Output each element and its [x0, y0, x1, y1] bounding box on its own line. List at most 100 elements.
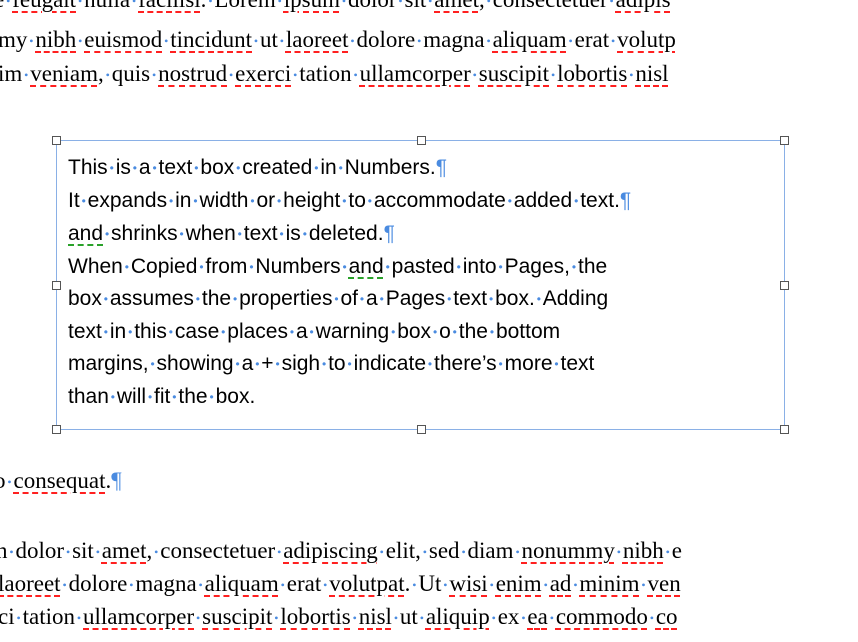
word-core: dolor	[15, 538, 65, 563]
word-core: dolor	[348, 0, 397, 12]
resize-handle-top-middle[interactable]	[417, 136, 426, 145]
word-core: text	[560, 352, 595, 375]
word: suscipit	[202, 604, 272, 629]
word: pasted	[392, 255, 455, 278]
word: box	[397, 320, 431, 343]
word-core: consectetuer	[493, 0, 608, 12]
resize-handle-bottom-left[interactable]	[52, 425, 61, 434]
word: ut	[400, 604, 418, 629]
word-core: text	[243, 222, 278, 245]
space-marker: •	[574, 194, 579, 208]
text-box-line-8: than •will •fit •the •box.	[68, 385, 255, 409]
doc-line-top-2: my •nibh •euismod •tincidunt •ut •laoreet •dol…	[0, 26, 676, 55]
word: to	[348, 189, 366, 212]
word-core: nisl	[635, 61, 669, 86]
resize-handle-middle-left[interactable]	[52, 281, 61, 290]
space-marker: •	[507, 194, 512, 208]
word: created	[242, 156, 312, 179]
space-marker: •	[77, 0, 83, 8]
space-marker: •	[147, 390, 153, 404]
word-core: ex	[497, 604, 520, 629]
word: magna	[423, 27, 484, 52]
word-core: the	[577, 255, 608, 278]
word-core: added	[513, 189, 573, 212]
word: is	[286, 222, 301, 245]
word-core: more	[504, 352, 553, 375]
word-core: to	[348, 189, 366, 212]
word-core: sigh	[281, 352, 321, 375]
word: sed	[429, 538, 460, 563]
word-core: adipiscing	[283, 538, 378, 563]
word: wisi	[449, 571, 487, 596]
space-marker: •	[209, 390, 214, 404]
word-core: box	[215, 385, 250, 408]
word: height	[283, 189, 340, 212]
word: of	[340, 287, 358, 310]
text-box-line-6: text •in •this •case •places •a •warning •box •o…	[68, 320, 560, 344]
word: exerci	[235, 61, 291, 86]
word-core: shrinks	[111, 222, 178, 245]
word: places	[227, 320, 288, 343]
word: than	[68, 385, 109, 408]
word-core: consectetuer	[160, 538, 276, 563]
word: box.	[495, 287, 535, 310]
word-core: accommodate	[373, 189, 506, 212]
word-core: my	[0, 27, 28, 52]
word: ven	[647, 571, 680, 596]
text-box-line-5: box •assumes •the •properties •of •a •Pages •te…	[68, 287, 608, 311]
space-marker: •	[427, 357, 433, 371]
word-core: case	[174, 320, 220, 343]
space-marker: •	[124, 260, 129, 274]
word: consequat.	[13, 468, 112, 493]
word: accommodate	[374, 189, 506, 212]
space-marker: •	[398, 0, 403, 8]
word: veniam,	[30, 61, 104, 86]
resize-handle-top-left[interactable]	[52, 136, 61, 145]
word-core: consequat	[13, 468, 106, 493]
space-marker: •	[486, 34, 491, 48]
word-core: dolore	[68, 571, 128, 596]
resize-handle-bottom-middle[interactable]	[417, 425, 426, 434]
word: text	[561, 352, 595, 375]
space-marker: •	[103, 325, 108, 339]
word-core: text	[158, 156, 193, 179]
word: Numbers	[255, 255, 340, 278]
resize-handle-top-right[interactable]	[780, 136, 789, 145]
word: lobortis	[280, 604, 350, 629]
word-core: nulla	[84, 0, 130, 12]
word: suscipit	[479, 61, 549, 86]
word-core: n	[0, 538, 8, 563]
space-marker: •	[498, 357, 503, 371]
word-core: and	[348, 255, 384, 278]
word: more	[505, 352, 553, 375]
text-box[interactable]: This •is •a •text •box •created •in •Numbers.¶ …	[52, 136, 789, 434]
word: lobortis	[557, 61, 627, 86]
word-core: nibh	[622, 538, 664, 563]
word: indicate	[354, 352, 426, 375]
word-core: sed	[428, 538, 460, 563]
word-core: laoreet	[0, 571, 61, 596]
word-core: ut	[399, 604, 418, 629]
word: dolore	[356, 27, 415, 52]
pilcrow-marker: ¶	[383, 222, 395, 245]
word-core: of	[340, 287, 358, 310]
word: adipiscing	[283, 538, 378, 563]
word-core: sit	[405, 0, 427, 12]
resize-handle-middle-right[interactable]	[780, 281, 789, 290]
word: nibh	[623, 538, 664, 563]
word: amet,	[101, 538, 153, 563]
word-core: fit	[154, 385, 171, 408]
word-core: lobortis	[557, 61, 628, 86]
word: will	[117, 385, 146, 408]
resize-handle-bottom-right[interactable]	[780, 425, 789, 434]
space-marker: •	[65, 545, 71, 559]
word: It	[68, 189, 80, 212]
space-marker: •	[76, 611, 82, 625]
word: ut	[260, 27, 278, 52]
word-core: ut	[260, 27, 278, 52]
word: tation	[299, 61, 351, 86]
word: showing	[157, 352, 234, 375]
space-marker: •	[515, 545, 520, 559]
space-marker: •	[275, 357, 280, 371]
word-core: Ut	[418, 571, 442, 596]
